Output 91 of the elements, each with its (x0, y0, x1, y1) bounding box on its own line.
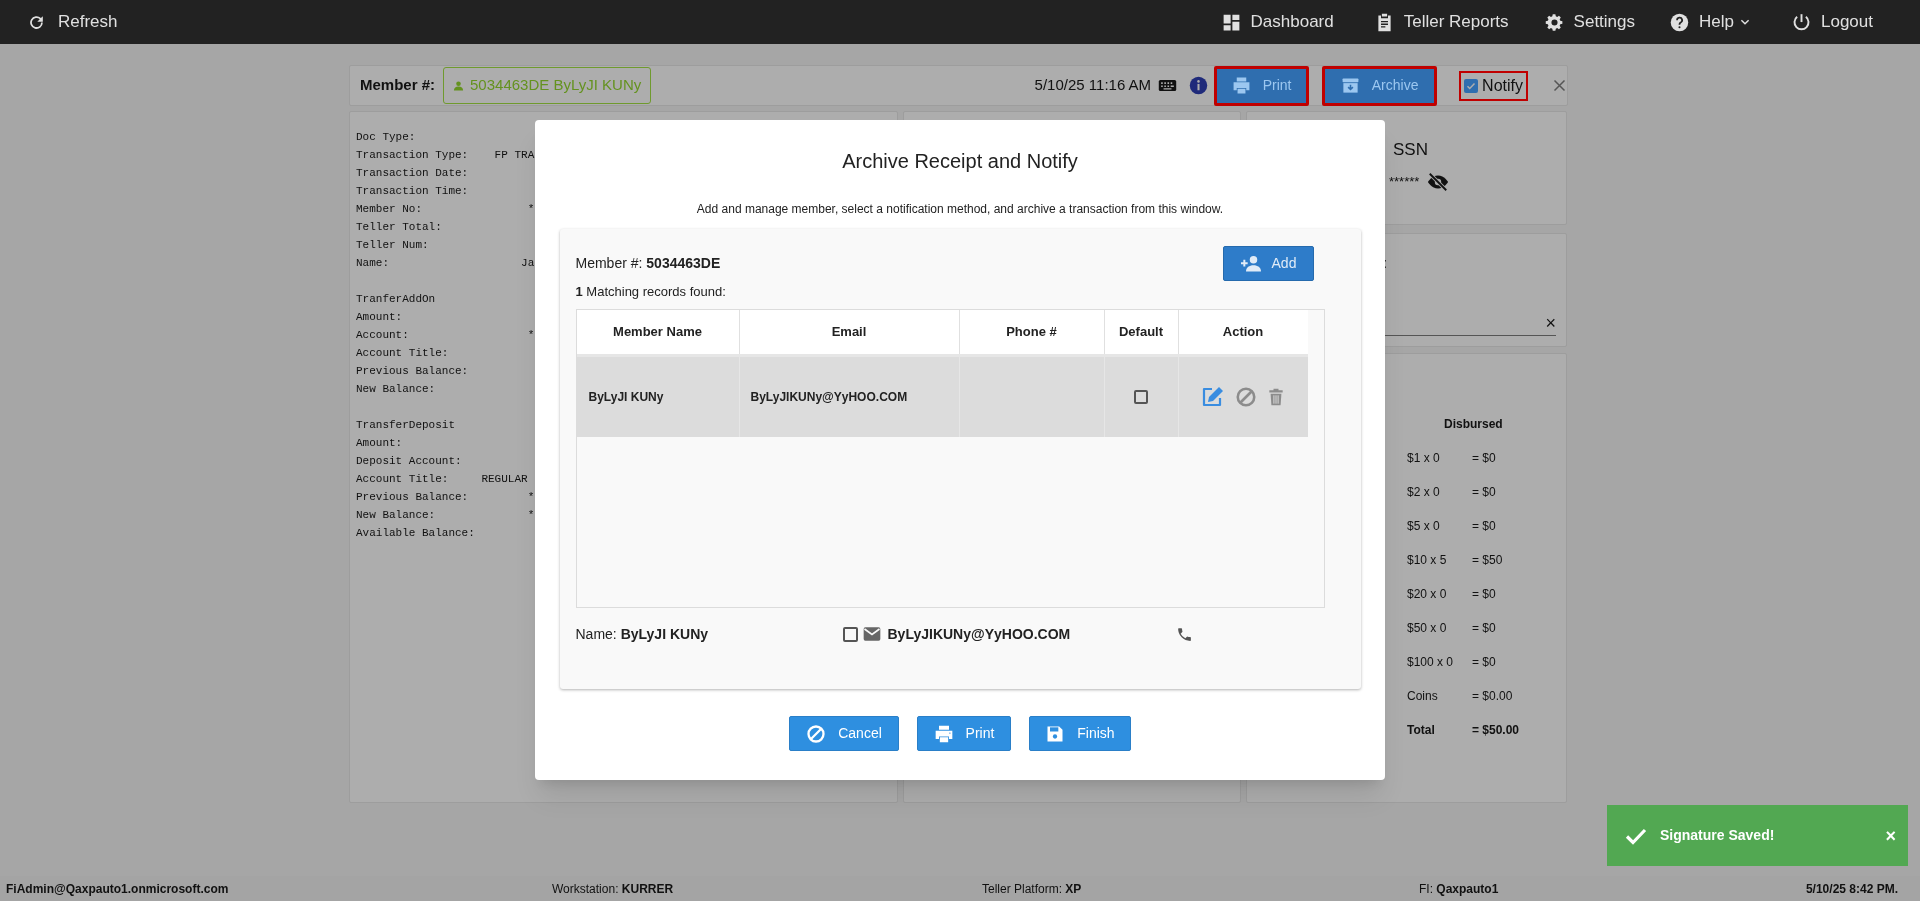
amount-value: = $0 (1472, 518, 1496, 535)
toast-message: Signature Saved! (1660, 826, 1776, 845)
settings-link[interactable]: Settings (1543, 9, 1636, 35)
column-header: Default (1104, 310, 1179, 354)
member-number: Member #: 5034463DE (575, 254, 721, 273)
denomination-label: $100 x 0 (1407, 654, 1454, 671)
receipt-line: Deposit Account: (356, 454, 462, 469)
power-icon (1791, 11, 1812, 33)
amount-value: = $50.00 (1472, 722, 1520, 739)
contact-email: ByLyJIKUNy@YyHOO.COM (887, 624, 1071, 644)
amount-value: = $0 (1472, 586, 1496, 603)
column-header: Member Name (576, 310, 740, 354)
default-checkbox[interactable] (1134, 390, 1148, 404)
amount-value: = $0 (1472, 654, 1496, 671)
receipt-line: TransferDeposit (356, 418, 456, 433)
status-text: Teller Platform: XP (982, 880, 1082, 898)
disbursed-heading: Disbursed (1444, 416, 1503, 433)
receipt-line: Available Balance: (356, 526, 475, 541)
masked-ssn: ****** (1389, 173, 1420, 192)
receipt-line: Name: Ja (356, 256, 535, 271)
amount-value: = $0 (1472, 450, 1496, 467)
receipt-line: Transaction Date: (356, 166, 469, 181)
denomination-label: $2 x 0 (1407, 484, 1440, 501)
logout-link[interactable]: Logout (1791, 9, 1873, 35)
status-text: FI: Qaxpauto1 (1419, 880, 1499, 898)
column-header: Email (739, 310, 960, 354)
info-icon[interactable] (1189, 76, 1209, 95)
receipt-line: Teller Num: (356, 238, 429, 253)
teller-reports-link[interactable]: Teller Reports (1373, 9, 1509, 35)
add-person-icon (1239, 253, 1262, 274)
receipt-line: Doc Type: (356, 130, 416, 145)
receipt-line: Teller Total: (356, 220, 442, 235)
member-name-cell-text: ByLyJI KUNy (588, 389, 664, 406)
clear-button[interactable]: × (1545, 313, 1556, 332)
receipt-line: Member No: * (356, 202, 535, 217)
receipt-line: Account Title: REGULAR (356, 472, 528, 487)
amount-value: = $0.00 (1472, 688, 1513, 705)
edit-icon[interactable] (1200, 385, 1226, 409)
notify-checkbox[interactable]: Notify (1459, 70, 1528, 101)
amount-value: = $0 (1472, 484, 1496, 501)
receipt-line: Transaction Time: (356, 184, 469, 199)
receipt-line: Previous Balance: (356, 364, 469, 379)
add-button[interactable]: Add (1222, 246, 1314, 281)
status-text: Workstation: KURRER (552, 880, 674, 898)
ssn-label: SSN (1393, 139, 1429, 161)
datetime: 5/10/25 11:16 AM (1034, 75, 1152, 96)
status-text: 5/10/25 8:42 PM. (1805, 880, 1898, 898)
receipt-line: Account: * (356, 328, 535, 343)
column-header: Phone # (959, 310, 1105, 354)
receipt-line: Amount: (356, 310, 403, 325)
close-icon[interactable] (1552, 78, 1567, 93)
denomination-label: Coins (1407, 688, 1438, 705)
printer-icon (1231, 76, 1251, 95)
eye-slash-icon[interactable] (1427, 171, 1450, 193)
help-icon (1669, 11, 1691, 33)
email-checkbox[interactable] (842, 626, 858, 642)
receipt-line: Account Title: (356, 346, 449, 361)
amount-value: = $0 (1472, 620, 1496, 637)
field-label: : (1383, 254, 1389, 272)
denomination-label: $5 x 0 (1407, 518, 1440, 535)
dialog-subtitle: Add and manage member, select a notification method, and archive a transaction from this window. (696, 201, 1224, 217)
printer-icon (933, 723, 954, 744)
denomination-label: $10 x 5 (1407, 552, 1447, 569)
archive-box-icon (1340, 76, 1360, 95)
receipt-line: TranferAddOn (356, 292, 436, 307)
denomination-label: Total (1407, 722, 1435, 739)
help-menu[interactable]: Help (1669, 9, 1751, 35)
email-cell-text: ByLyJIKUNy@YyHOO.COM (750, 389, 908, 406)
column-header: Action (1221, 323, 1265, 342)
receipt-line: Previous Balance: * (356, 490, 535, 505)
person-icon (453, 79, 465, 92)
match-count: 1 Matching records found: (575, 283, 726, 301)
contact-name: Name: ByLyJI KUNy (575, 626, 709, 642)
refresh-link[interactable]: Refresh (27, 9, 118, 35)
amount-value: = $50 (1472, 552, 1503, 569)
denomination-label: $1 x 0 (1407, 450, 1440, 467)
member-label: Member #: (360, 75, 436, 96)
receipt-line: New Balance: (356, 382, 436, 397)
phone-icon[interactable] (1176, 625, 1194, 643)
dialog-title: Archive Receipt and Notify (842, 149, 1078, 174)
denomination-label: $20 x 0 (1407, 586, 1447, 603)
gear-icon (1543, 11, 1565, 33)
table-row[interactable]: ByLyJI KUNy ByLyJIKUNy@YyHOO.COM (576, 357, 1308, 437)
status-text: FiAdmin@Qaxpauto1.onmicrosoft.com (6, 880, 229, 898)
dashboard-link[interactable]: Dashboard (1220, 9, 1334, 35)
receipt-line: Amount: (356, 436, 403, 451)
ban-icon (806, 723, 827, 744)
receipt-line: New Balance: * (356, 508, 535, 523)
receipt-line: Transaction Type: FP TRA (356, 148, 535, 163)
denomination-label: $50 x 0 (1407, 620, 1447, 637)
mail-icon (861, 624, 882, 644)
